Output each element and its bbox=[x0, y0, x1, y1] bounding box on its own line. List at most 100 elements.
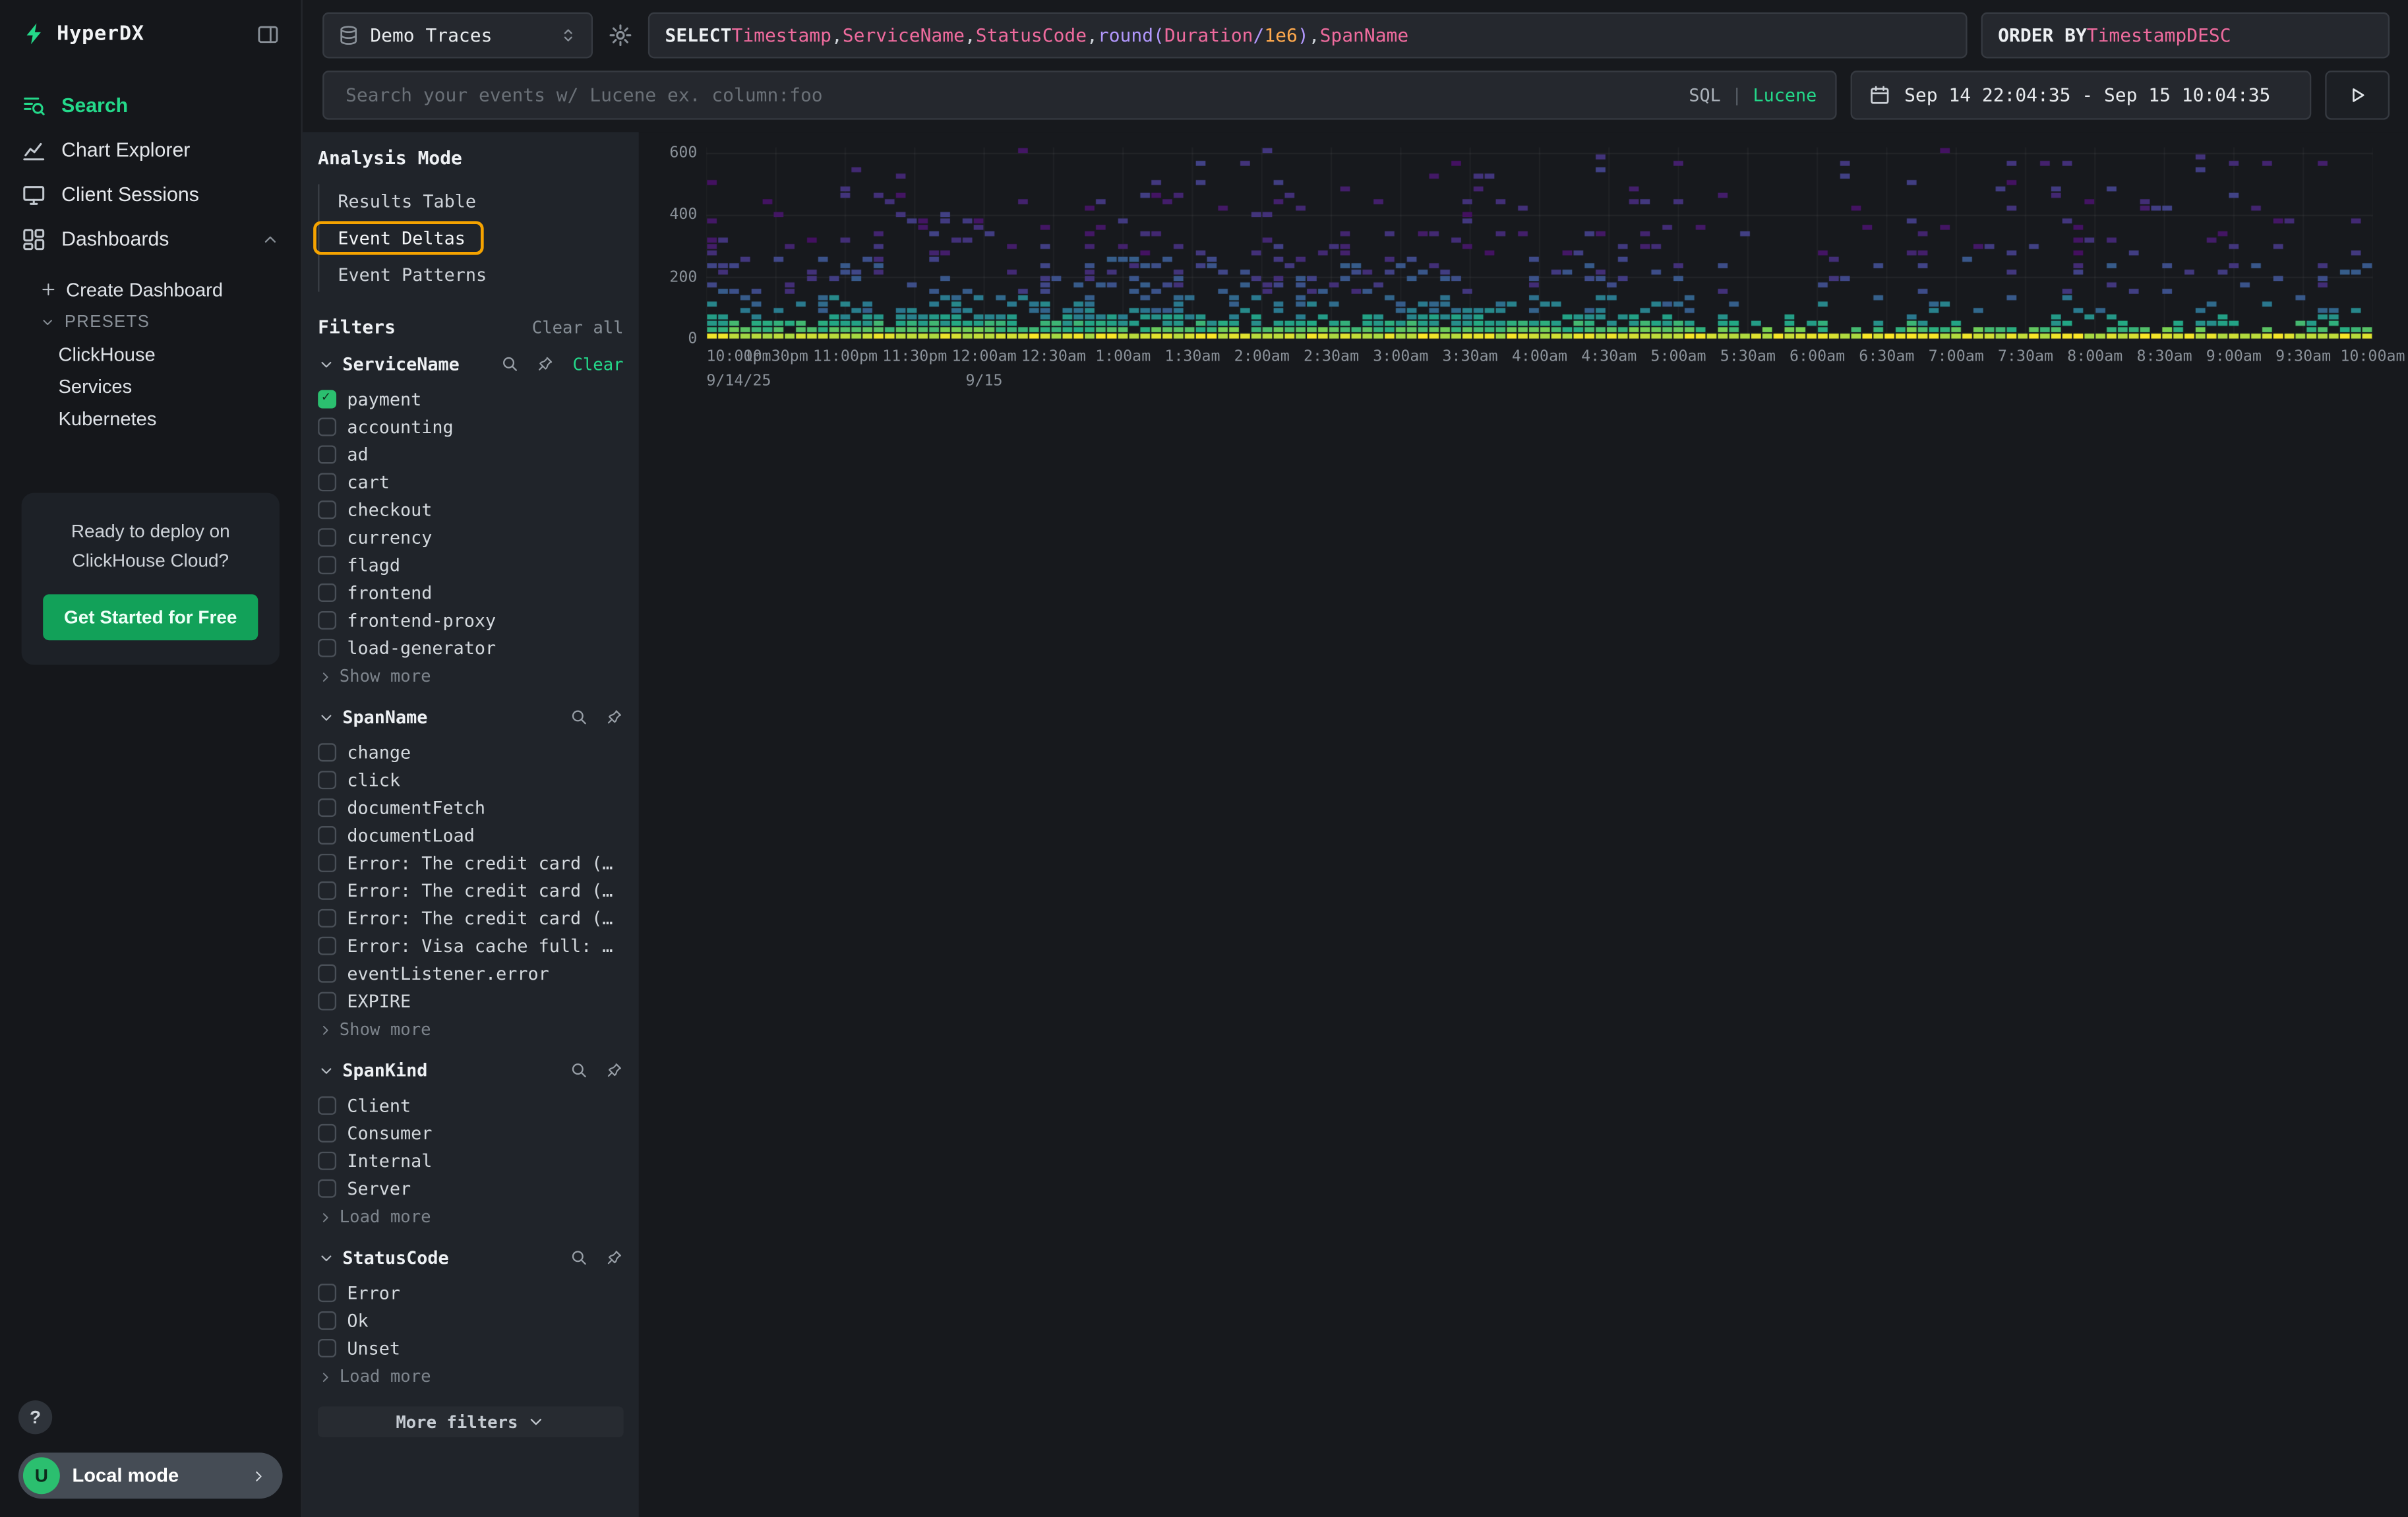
search-icon[interactable] bbox=[570, 708, 588, 727]
checkbox[interactable] bbox=[318, 390, 336, 409]
analysis-mode-results-table[interactable]: Results Table bbox=[319, 184, 495, 218]
checkbox[interactable] bbox=[318, 1096, 336, 1115]
sidebar-item-search[interactable]: Search bbox=[0, 83, 301, 128]
checkbox[interactable] bbox=[318, 1124, 336, 1143]
sidebar-item-create-dashboard[interactable]: Create Dashboard bbox=[0, 274, 301, 306]
sidebar-item-client-sessions[interactable]: Client Sessions bbox=[0, 172, 301, 217]
filter-checkbox-row[interactable]: Server bbox=[318, 1175, 623, 1203]
clear-all-link[interactable]: Clear all bbox=[532, 317, 624, 337]
filter-checkbox-row[interactable]: Internal bbox=[318, 1147, 623, 1175]
sql-select-input[interactable]: SELECT Timestamp, ServiceName, StatusCod… bbox=[648, 13, 1968, 59]
filter-checkbox-row[interactable]: Client bbox=[318, 1092, 623, 1119]
run-query-button[interactable] bbox=[2325, 71, 2390, 120]
filter-checkbox-row[interactable]: Error: The credit card (… bbox=[318, 849, 623, 877]
search-icon[interactable] bbox=[500, 355, 519, 373]
filter-checkbox-row[interactable]: cart bbox=[318, 468, 623, 496]
filter-checkbox-row[interactable]: checkout bbox=[318, 496, 623, 523]
checkbox[interactable] bbox=[318, 743, 336, 761]
checkbox[interactable] bbox=[318, 1179, 336, 1198]
sidebar-item-dashboards[interactable]: Dashboards bbox=[0, 216, 301, 261]
search-bar[interactable]: SQL | Lucene bbox=[322, 71, 1836, 120]
show-more-link[interactable]: Show more bbox=[318, 667, 623, 686]
checkbox[interactable] bbox=[318, 556, 336, 574]
filter-checkbox-row[interactable]: frontend-proxy bbox=[318, 607, 623, 634]
filter-checkbox-row[interactable]: Unset bbox=[318, 1334, 623, 1362]
filter-checkbox-row[interactable]: EXPIRE bbox=[318, 988, 623, 1015]
pin-icon[interactable] bbox=[605, 1249, 624, 1267]
pin-icon[interactable] bbox=[605, 708, 624, 727]
checkbox[interactable] bbox=[318, 826, 336, 845]
checkbox[interactable] bbox=[318, 992, 336, 1011]
filter-checkbox-row[interactable]: load-generator bbox=[318, 634, 623, 662]
checkbox[interactable] bbox=[318, 418, 336, 436]
checkbox[interactable] bbox=[318, 528, 336, 547]
filter-checkbox-row[interactable]: change bbox=[318, 738, 623, 766]
sidebar-item-clickhouse[interactable]: ClickHouse bbox=[0, 338, 301, 370]
filter-checkbox-row[interactable]: eventListener.error bbox=[318, 960, 623, 988]
filter-checkbox-row[interactable]: accounting bbox=[318, 413, 623, 441]
filter-checkbox-row[interactable]: frontend bbox=[318, 579, 623, 607]
filter-checkbox-row[interactable]: currency bbox=[318, 523, 623, 551]
sidebar-item-chart-explorer[interactable]: Chart Explorer bbox=[0, 127, 301, 172]
lucene-mode-toggle[interactable]: Lucene bbox=[1753, 84, 1817, 106]
checkbox[interactable] bbox=[318, 1284, 336, 1302]
search-icon[interactable] bbox=[570, 1061, 588, 1079]
filter-checkbox-row[interactable]: flagd bbox=[318, 551, 623, 579]
checkbox[interactable] bbox=[318, 937, 336, 955]
checkbox[interactable] bbox=[318, 473, 336, 491]
get-started-button[interactable]: Get Started for Free bbox=[42, 595, 258, 641]
load-more-link[interactable]: Load more bbox=[318, 1367, 623, 1386]
filter-checkbox-row[interactable]: Error: The credit card (… bbox=[318, 905, 623, 932]
time-range-picker[interactable]: Sep 14 22:04:35 - Sep 15 10:04:35 bbox=[1851, 71, 2312, 120]
filter-checkbox-row[interactable]: Error: The credit card (… bbox=[318, 877, 623, 905]
gear-icon[interactable] bbox=[608, 23, 632, 47]
user-menu[interactable]: U Local mode bbox=[18, 1452, 283, 1499]
filter-checkbox-row[interactable]: Error: Visa cache full: … bbox=[318, 932, 623, 960]
sql-mode-toggle[interactable]: SQL bbox=[1689, 84, 1720, 106]
filter-checkbox-row[interactable]: payment bbox=[318, 386, 623, 413]
checkbox[interactable] bbox=[318, 771, 336, 789]
checkbox[interactable] bbox=[318, 798, 336, 817]
filters-title: Filters bbox=[318, 316, 396, 338]
facet-clear-link[interactable]: Clear bbox=[572, 354, 623, 374]
sidebar-item-services[interactable]: Services bbox=[0, 370, 301, 402]
filter-checkbox-row[interactable]: ad bbox=[318, 440, 623, 468]
filter-checkbox-row[interactable]: documentFetch bbox=[318, 794, 623, 821]
checkbox[interactable] bbox=[318, 1339, 336, 1357]
filter-checkbox-row[interactable]: click bbox=[318, 766, 623, 794]
sidebar-item-kubernetes[interactable]: Kubernetes bbox=[0, 402, 301, 434]
analysis-mode-event-deltas[interactable]: Event Deltas bbox=[313, 221, 484, 254]
checkbox[interactable] bbox=[318, 881, 336, 900]
query-token: SpanName bbox=[1320, 24, 1409, 46]
search-input[interactable] bbox=[342, 83, 1678, 107]
filter-checkbox-row[interactable]: documentLoad bbox=[318, 821, 623, 849]
x-tick-label: 7:30am bbox=[1998, 349, 2053, 366]
checkbox[interactable] bbox=[318, 500, 336, 519]
search-icon[interactable] bbox=[570, 1249, 588, 1267]
load-more-link[interactable]: Load more bbox=[318, 1207, 623, 1227]
checkbox[interactable] bbox=[318, 909, 336, 928]
analysis-mode-event-patterns[interactable]: Event Patterns bbox=[319, 258, 505, 291]
heatmap-canvas[interactable] bbox=[706, 148, 2372, 340]
pin-icon[interactable] bbox=[536, 355, 555, 373]
show-more-link[interactable]: Show more bbox=[318, 1020, 623, 1040]
checkbox[interactable] bbox=[318, 611, 336, 630]
checkbox[interactable] bbox=[318, 583, 336, 602]
source-select[interactable]: Demo Traces bbox=[322, 13, 593, 59]
pin-icon[interactable] bbox=[605, 1061, 624, 1079]
filter-checkbox-row[interactable]: Ok bbox=[318, 1307, 623, 1334]
sidebar-item-presets[interactable]: PRESETS bbox=[0, 305, 301, 338]
collapse-sidebar-icon[interactable] bbox=[256, 22, 280, 45]
help-button[interactable]: ? bbox=[18, 1400, 52, 1434]
checkbox[interactable] bbox=[318, 965, 336, 983]
checkbox[interactable] bbox=[318, 854, 336, 872]
more-filters-button[interactable]: More filters bbox=[318, 1406, 623, 1437]
checkbox[interactable] bbox=[318, 445, 336, 463]
order-by-input[interactable]: ORDER BY Timestamp DESC bbox=[1981, 13, 2390, 59]
checkbox[interactable] bbox=[318, 1152, 336, 1170]
filter-checkbox-row[interactable]: Error bbox=[318, 1279, 623, 1307]
filter-checkbox-row[interactable]: Consumer bbox=[318, 1119, 623, 1147]
hyperdx-logo[interactable]: HyperDX bbox=[22, 22, 144, 46]
checkbox[interactable] bbox=[318, 1311, 336, 1330]
checkbox[interactable] bbox=[318, 639, 336, 657]
